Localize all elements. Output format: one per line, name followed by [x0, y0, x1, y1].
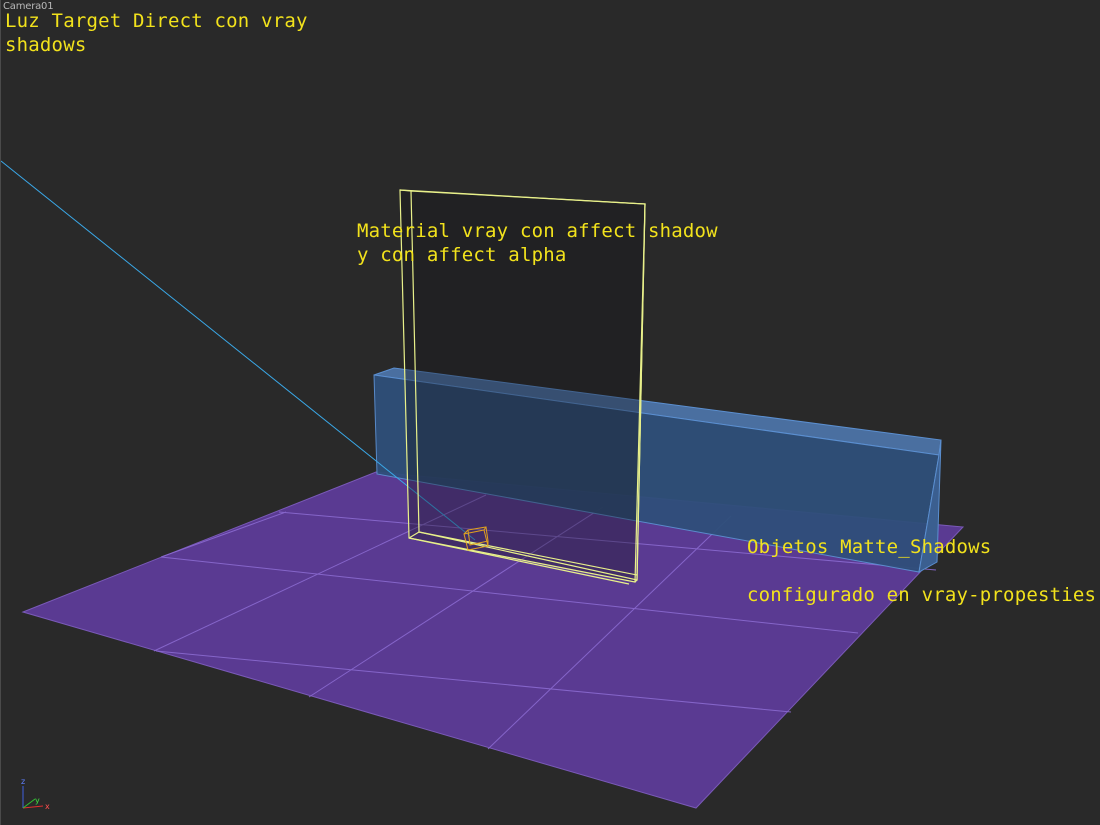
annotation-light-line2: shadows	[5, 34, 87, 56]
camera-viewport[interactable]: z x y Camera01 Luz Target Direct con vra…	[0, 0, 1100, 825]
annotation-material: Material vray con affect shadow y con af…	[357, 219, 718, 267]
annotation-material-line1: Material vray con affect shadow	[357, 220, 718, 242]
scene-canvas[interactable]: z x y	[1, 0, 1100, 825]
axis-z-label: z	[21, 777, 25, 786]
axis-y-label: y	[35, 796, 40, 805]
annotation-matte-line2: configurado en vray-propesties	[747, 584, 1097, 606]
axis-gizmo: z x y	[21, 777, 50, 811]
annotation-light: Luz Target Direct con vray shadows	[5, 9, 308, 57]
annotation-light-line1: Luz Target Direct con vray	[5, 10, 308, 32]
annotation-material-line2: y con affect alpha	[357, 244, 567, 266]
axis-x-label: x	[45, 802, 50, 811]
annotation-matte-line1: Objetos Matte_Shadows	[747, 536, 992, 558]
